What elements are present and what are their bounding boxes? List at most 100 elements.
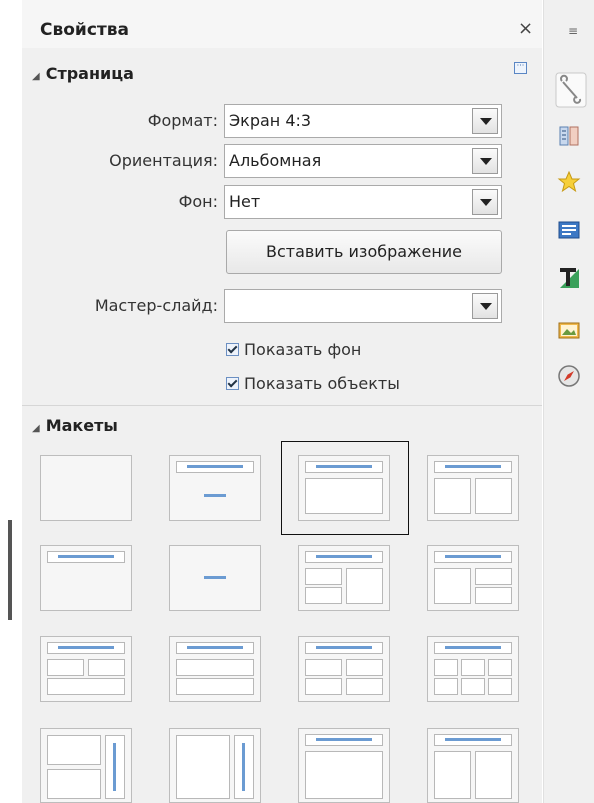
layout-two-top-one-bottom[interactable] <box>40 636 132 702</box>
checkbox-checked-icon[interactable] <box>226 343 239 356</box>
layout-content-box <box>461 659 485 676</box>
layout-title-content[interactable] <box>298 455 390 521</box>
layouts-section-title: Макеты <box>45 416 118 435</box>
layout-content-box <box>434 678 458 695</box>
layout-content-box <box>434 478 471 514</box>
layout-title-box <box>434 551 512 563</box>
wrench-properties-icon[interactable] <box>555 72 587 108</box>
layout-content-box <box>88 659 125 676</box>
page-section-header[interactable]: ◢ Страница <box>32 64 134 83</box>
layout-vertical-title-text[interactable] <box>40 728 132 803</box>
layout-title-box <box>434 461 512 473</box>
layout-content-box <box>176 678 254 695</box>
layout-title-only[interactable] <box>169 455 261 521</box>
background-value: Нет <box>229 192 261 211</box>
layout-content-box <box>346 678 383 695</box>
fontwork-t-icon[interactable] <box>557 266 581 290</box>
splitter-handle[interactable] <box>8 520 12 620</box>
layout-content-two-left[interactable] <box>298 545 390 611</box>
gallery-star-icon[interactable] <box>557 170 581 194</box>
layout-title-box <box>47 551 125 563</box>
layout-content-box <box>475 478 512 514</box>
layout-text-line <box>204 494 226 497</box>
layout-title-vertical-text[interactable] <box>298 728 390 803</box>
layout-content-box <box>488 678 512 695</box>
layout-content-two-right[interactable] <box>427 545 519 611</box>
chevron-down-icon[interactable] <box>472 148 498 174</box>
layout-content-box <box>488 659 512 676</box>
image-icon[interactable] <box>557 318 581 342</box>
show-objects-checkbox[interactable]: Показать объекты <box>226 374 400 393</box>
layout-title-box <box>305 642 383 654</box>
format-value: Экран 4:3 <box>229 111 312 130</box>
master-slide-label: Мастер-слайд: <box>94 296 218 315</box>
chevron-down-icon[interactable] <box>472 293 498 319</box>
layout-blank[interactable] <box>40 455 132 521</box>
layout-content-box <box>305 478 383 514</box>
layout-content-box <box>47 735 101 765</box>
layout-title-two-content[interactable] <box>427 455 519 521</box>
styles-icon[interactable] <box>557 124 581 148</box>
layout-four-content[interactable] <box>298 636 390 702</box>
orientation-label: Ориентация: <box>109 151 218 170</box>
chevron-down-icon[interactable] <box>472 189 498 215</box>
layouts-section-header[interactable]: ◢ Макеты <box>32 416 118 435</box>
layout-title-box <box>176 642 254 654</box>
layout-title-box <box>305 461 383 473</box>
layout-content-over-content[interactable] <box>169 636 261 702</box>
chevron-down-icon[interactable] <box>472 108 498 134</box>
layout-content-box <box>305 568 342 585</box>
layout-content-box <box>176 735 230 799</box>
layout-centered-text[interactable] <box>169 545 261 611</box>
layout-title-two-vertical[interactable] <box>427 728 519 803</box>
layout-content-box <box>305 587 342 604</box>
more-options-icon[interactable]: ··· <box>514 62 527 74</box>
layout-title-box <box>434 642 512 654</box>
layout-content-box <box>475 568 512 585</box>
layout-content-box <box>475 587 512 604</box>
format-label: Формат: <box>147 111 218 130</box>
layout-text-line <box>204 576 226 579</box>
background-select[interactable]: Нет <box>224 185 502 219</box>
section-divider <box>22 405 542 406</box>
slide-transition-icon[interactable] <box>557 218 581 242</box>
show-background-checkbox[interactable]: Показать фон <box>226 340 361 359</box>
layout-content-box <box>475 751 512 799</box>
layout-content-box <box>176 659 254 676</box>
navigator-compass-icon[interactable] <box>557 364 581 388</box>
layout-title-box <box>434 734 512 746</box>
layout-content-box <box>346 568 383 604</box>
orientation-value: Альбомная <box>229 151 322 170</box>
page-section-title: Страница <box>45 64 134 83</box>
sidebar-menu-icon[interactable]: ≡ <box>568 24 578 38</box>
layout-content-box <box>47 659 84 676</box>
collapse-triangle-icon: ◢ <box>32 423 40 434</box>
layout-content-box <box>434 568 471 604</box>
layout-title-box <box>176 461 254 473</box>
master-slide-select[interactable] <box>224 289 502 323</box>
format-select[interactable]: Экран 4:3 <box>224 104 502 138</box>
show-background-label: Показать фон <box>244 340 362 359</box>
show-objects-label: Показать объекты <box>244 374 400 393</box>
close-icon[interactable]: × <box>518 18 533 39</box>
layout-content-box <box>305 678 342 695</box>
layout-content-box <box>461 678 485 695</box>
layout-title-box <box>47 642 125 654</box>
layout-content-box <box>47 769 101 799</box>
layout-title-box <box>305 551 383 563</box>
layout-vertical-title-vertical-text[interactable] <box>169 728 261 803</box>
layout-six-content[interactable] <box>427 636 519 702</box>
insert-image-button[interactable]: Вставить изображение <box>226 230 502 274</box>
layout-vertical-line <box>113 743 116 791</box>
layout-vertical-line <box>242 743 245 791</box>
checkbox-checked-icon[interactable] <box>226 377 239 390</box>
sidebar-tab-bar <box>543 0 594 803</box>
orientation-select[interactable]: Альбомная <box>224 144 502 178</box>
layout-content-box <box>305 751 383 799</box>
panel-title: Свойства <box>40 20 129 40</box>
left-edge <box>0 0 22 803</box>
layout-title-box <box>305 734 383 746</box>
layout-title-slide[interactable] <box>40 545 132 611</box>
collapse-triangle-icon: ◢ <box>32 71 40 82</box>
background-label: Фон: <box>178 192 218 211</box>
